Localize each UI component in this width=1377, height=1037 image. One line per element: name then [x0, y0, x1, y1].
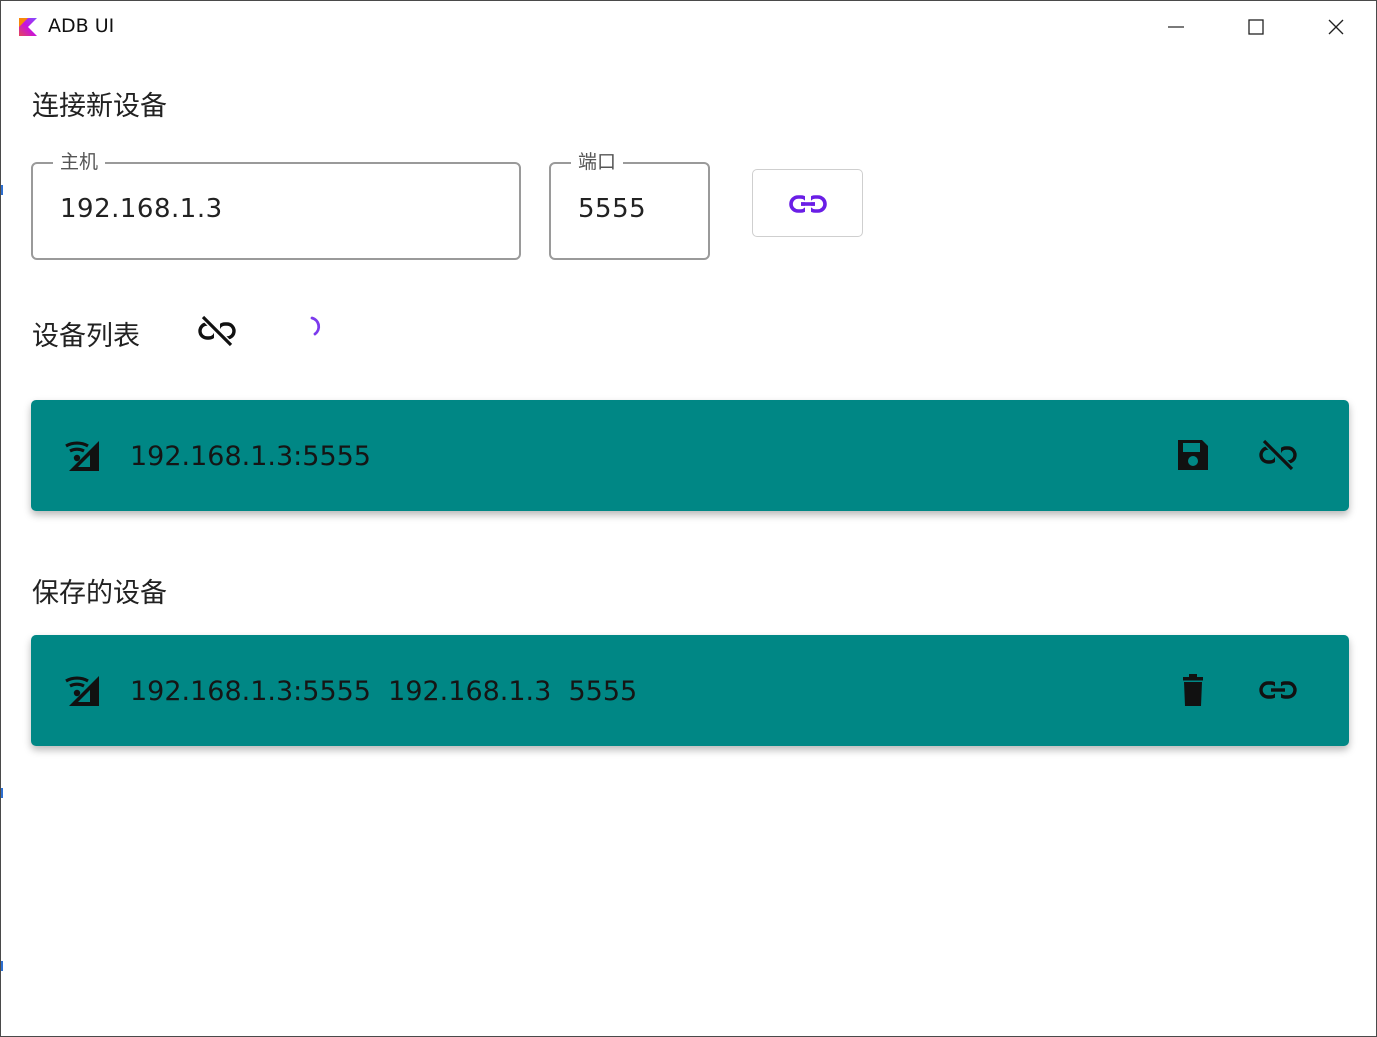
window-title: ADB UI: [48, 15, 115, 37]
port-input-value[interactable]: 5555: [578, 194, 646, 224]
app-window: ADB UI 连接新设备 主机 192.168.1.3 端口 5555 设备列表…: [0, 0, 1377, 1037]
device-list-item[interactable]: 192.168.1.3:5555: [31, 400, 1349, 511]
connect-button[interactable]: [752, 169, 863, 237]
window-edge-marker: [1, 961, 3, 971]
maximize-icon: [1248, 19, 1264, 35]
port-label: 端口: [571, 150, 624, 174]
delete-icon[interactable]: [1174, 671, 1212, 709]
window-edge-marker: [1, 185, 3, 195]
link-icon: [789, 195, 827, 213]
connect-new-title: 连接新设备: [32, 91, 167, 122]
host-field[interactable]: 主机 192.168.1.3: [31, 150, 521, 260]
link-off-icon[interactable]: [1258, 436, 1298, 474]
minimize-button[interactable]: [1136, 1, 1216, 53]
link-icon[interactable]: [1258, 671, 1298, 709]
host-label: 主机: [53, 150, 106, 174]
window-edge-marker: [1, 788, 3, 798]
save-icon[interactable]: [1174, 436, 1212, 474]
device-list-title: 设备列表: [32, 321, 140, 352]
close-button[interactable]: [1296, 1, 1376, 53]
kotlin-logo-icon: [19, 18, 37, 36]
host-input-value[interactable]: 192.168.1.3: [60, 194, 223, 224]
maximize-button[interactable]: [1216, 1, 1296, 53]
progress-spinner-icon: [310, 316, 321, 336]
minimize-icon: [1168, 26, 1184, 28]
wifi-signal-icon: [65, 441, 99, 471]
link-off-icon[interactable]: [197, 314, 237, 348]
port-field[interactable]: 端口 5555: [549, 150, 710, 260]
title-bar[interactable]: ADB UI: [1, 1, 1376, 53]
saved-devices-title: 保存的设备: [32, 578, 167, 609]
close-icon: [1328, 19, 1344, 35]
wifi-signal-icon: [65, 676, 99, 706]
saved-device-info: 192.168.1.3:5555 192.168.1.3 5555: [130, 676, 638, 707]
device-address: 192.168.1.3:5555: [130, 441, 371, 472]
saved-device-item[interactable]: 192.168.1.3:5555 192.168.1.3 5555: [31, 635, 1349, 746]
